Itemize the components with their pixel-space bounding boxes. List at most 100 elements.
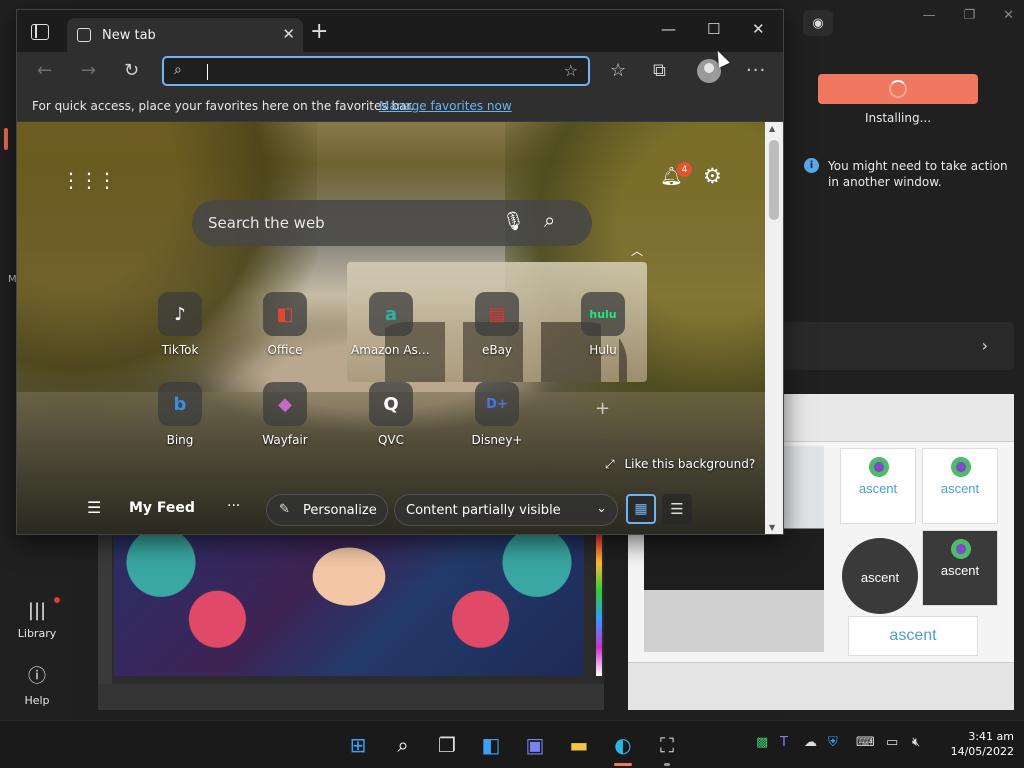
- list-layout-button[interactable]: ☰: [662, 494, 692, 524]
- system-clock[interactable]: 3:41 am 14/05/2022: [950, 729, 1014, 759]
- close-button[interactable]: ✕: [752, 20, 765, 38]
- chat-icon: ▣: [525, 733, 545, 757]
- minimize-button[interactable]: —: [661, 20, 676, 38]
- scrollbar-thumb[interactable]: [769, 140, 779, 220]
- grid-layout-button[interactable]: ▦: [626, 494, 656, 524]
- qvc-logo-icon: Q: [369, 382, 413, 426]
- new-tab-page: ⋮⋮⋮ 🔔︎ 4 ⚙ Search the web 🎙︎ ⌕ ︿ ♪ TikTo…: [17, 122, 765, 534]
- teams-chat-button[interactable]: ▣: [521, 731, 549, 759]
- refresh-button[interactable]: ↻: [124, 60, 139, 81]
- rail-item-library[interactable]: ||| Library: [0, 600, 74, 640]
- quick-link-office[interactable]: ◧ Office: [245, 292, 325, 357]
- address-bar[interactable]: ⌕ ☆: [162, 56, 590, 86]
- store-close-button[interactable]: ✕: [1003, 8, 1014, 23]
- page-scrollbar[interactable]: ▲ ▼: [765, 122, 783, 534]
- wayfair-logo-icon: ◆: [263, 382, 307, 426]
- quick-link-qvc[interactable]: Q QVC: [351, 382, 431, 447]
- tray-display-icon[interactable]: ▭: [886, 735, 898, 750]
- leaf-icon: [951, 539, 971, 559]
- tray-onedrive-icon[interactable]: ☁: [804, 735, 817, 750]
- content-visibility-dropdown[interactable]: Content partially visible ⌄: [394, 494, 618, 526]
- quick-link-label: Bing: [166, 433, 194, 447]
- file-explorer-button[interactable]: ▬: [565, 731, 593, 759]
- add-favorite-icon[interactable]: ☆: [564, 61, 578, 80]
- bing-logo-icon: b: [158, 382, 202, 426]
- quick-link-tiktok[interactable]: ♪ TikTok: [140, 292, 220, 357]
- rail-item-help[interactable]: ⓘ Help: [0, 662, 74, 707]
- content-visibility-value: Content partially visible: [406, 503, 561, 518]
- task-view-button[interactable]: ❐: [433, 731, 461, 759]
- install-button[interactable]: [818, 74, 978, 104]
- store-taskbar-button[interactable]: ⛶: [653, 731, 681, 759]
- quick-link-hulu[interactable]: hulu Hulu: [563, 292, 643, 357]
- address-input[interactable]: [202, 62, 532, 80]
- page-settings-gear-icon[interactable]: ⚙: [703, 164, 722, 188]
- amazon-logo-icon: a: [369, 292, 413, 336]
- start-button[interactable]: ⊞: [344, 731, 372, 759]
- quick-link-glyph: Q: [383, 393, 399, 415]
- microphone-icon[interactable]: 🎙︎: [502, 211, 525, 232]
- tab-title: New tab: [102, 28, 156, 43]
- rail-active-indicator: [4, 128, 8, 150]
- quick-link-bing[interactable]: b Bing: [140, 382, 220, 447]
- ebay-logo-icon: ▤: [475, 292, 519, 336]
- forward-button[interactable]: →: [81, 60, 96, 81]
- quick-link-label: Hulu: [589, 343, 617, 357]
- tab-new-tab[interactable]: New tab ✕: [67, 18, 303, 52]
- tray-security-icon[interactable]: ⛨: [828, 735, 838, 750]
- logo-tile: ascent: [840, 448, 916, 524]
- hamburger-menu-icon[interactable]: ☰: [87, 498, 101, 517]
- quick-link-disney-plus[interactable]: D+ Disney+: [457, 382, 537, 447]
- tab-actions-icon[interactable]: [31, 24, 49, 40]
- folder-icon: ▬: [569, 733, 589, 757]
- install-status-text: Installing...: [864, 111, 932, 125]
- expandable-card[interactable]: ›: [782, 322, 1014, 370]
- app-launcher-icon[interactable]: ⋮⋮⋮: [61, 168, 117, 192]
- widgets-button[interactable]: ◧: [477, 731, 505, 759]
- store-window-controls: — ❐ ✕: [922, 8, 1014, 23]
- office-logo-icon: ◧: [263, 292, 307, 336]
- search-icon[interactable]: ⌕: [544, 208, 555, 232]
- design-bottom-bar: [628, 662, 1014, 710]
- logo-tile: ascent: [922, 530, 998, 606]
- title-bar: New tab ✕ + — ☐ ✕: [17, 10, 783, 52]
- new-tab-button[interactable]: +: [310, 21, 328, 43]
- store-bag-icon: ⛶: [660, 733, 674, 757]
- edge-active-indicator: [614, 763, 632, 766]
- like-background-link[interactable]: ⤢ Like this background?: [605, 457, 755, 472]
- leaf-icon: [951, 457, 971, 477]
- tray-app-icon[interactable]: ▩: [756, 735, 768, 750]
- collapse-quick-links-icon[interactable]: ︿: [631, 242, 643, 259]
- expand-arrows-icon: ⤢: [605, 457, 615, 471]
- quick-link-amazon-assistant[interactable]: a Amazon Assi...: [351, 292, 431, 357]
- add-site-plus-icon[interactable]: +: [595, 398, 610, 419]
- store-minimize-button[interactable]: —: [922, 8, 935, 23]
- store-maximize-button[interactable]: ❐: [963, 8, 975, 23]
- edge-taskbar-button[interactable]: ◐: [609, 731, 637, 759]
- scroll-up-arrow-icon[interactable]: ▲: [769, 124, 775, 133]
- scroll-down-arrow-icon[interactable]: ▼: [769, 523, 775, 532]
- tray-teams-icon[interactable]: T: [780, 735, 788, 750]
- quick-link-wayfair[interactable]: ◆ Wayfair: [245, 382, 325, 447]
- tray-keyboard-icon[interactable]: ⌨: [856, 735, 875, 750]
- quick-link-glyph: ▤: [488, 303, 506, 325]
- browser-toolbar: ← → ↻ ⌕ ☆ ☆ ⧉ ···: [17, 52, 783, 92]
- tab-close-icon[interactable]: ✕: [282, 25, 295, 43]
- manage-favorites-link[interactable]: Manage favorites now: [379, 99, 512, 113]
- quick-link-label: TikTok: [161, 343, 199, 357]
- quick-link-ebay[interactable]: ▤ eBay: [457, 292, 537, 357]
- back-button[interactable]: ←: [37, 60, 52, 81]
- favorites-button[interactable]: ☆: [610, 60, 626, 81]
- web-search-box[interactable]: Search the web 🎙︎ ⌕: [192, 200, 592, 246]
- taskbar-search-button[interactable]: ⌕: [389, 731, 417, 759]
- tray-volume-muted-icon[interactable]: 🔇︎: [912, 735, 920, 750]
- personalize-button[interactable]: ✎ Personalize: [266, 494, 388, 526]
- feed-more-icon[interactable]: ···: [227, 498, 240, 514]
- store-account-button[interactable]: ◉: [803, 10, 833, 36]
- maximize-button[interactable]: ☐: [707, 20, 720, 38]
- settings-more-button[interactable]: ···: [746, 60, 766, 81]
- collections-button[interactable]: ⧉: [653, 60, 666, 81]
- leaf-icon: [869, 457, 889, 477]
- my-feed-title[interactable]: My Feed: [129, 500, 195, 516]
- chevron-right-icon: ›: [981, 336, 988, 355]
